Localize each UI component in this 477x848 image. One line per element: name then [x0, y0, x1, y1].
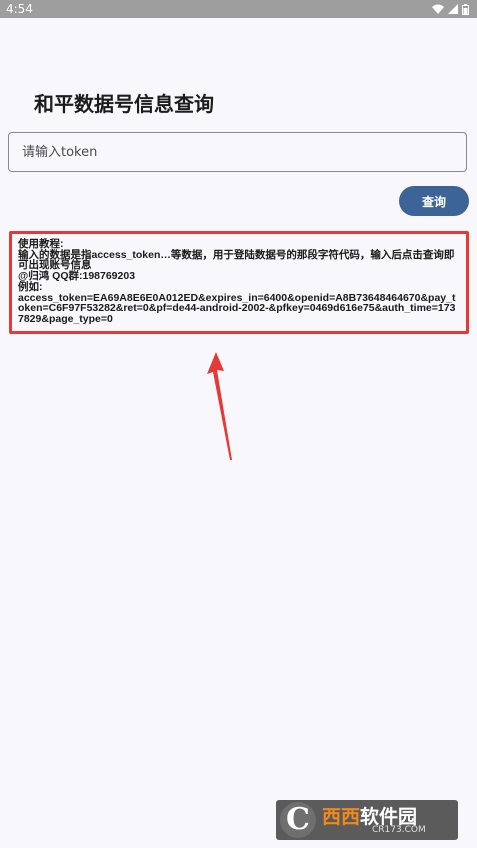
annotation-arrow-icon — [207, 352, 232, 460]
battery-icon — [462, 3, 469, 15]
help-example-token: access_token=EA69A8E6E0A012ED&expires_in… — [18, 291, 456, 325]
query-button[interactable]: 查询 — [399, 186, 469, 216]
token-input[interactable] — [8, 132, 467, 172]
help-description: 输入的数据是指access_token…等数据，用于登陆数据号的那段字符代码，输… — [18, 248, 455, 272]
help-contact: @归鸿 QQ群:198769203 — [18, 270, 136, 283]
status-bar: 4:54 — [0, 0, 477, 18]
watermark-emblem-icon: C — [280, 802, 316, 838]
wifi-icon — [432, 4, 444, 14]
watermark-logo: C 西西软件园 CR173.COM — [276, 800, 458, 840]
status-time: 4:54 — [6, 2, 33, 16]
watermark-domain: CR173.COM — [372, 825, 426, 835]
help-example-label: 例如: — [18, 280, 43, 293]
page-title: 和平数据号信息查询 — [34, 92, 214, 116]
help-panel: 使用教程: 输入的数据是指access_token…等数据，用于登陆数据号的那段… — [9, 231, 469, 334]
status-icons — [432, 3, 469, 15]
signal-icon — [448, 4, 458, 14]
